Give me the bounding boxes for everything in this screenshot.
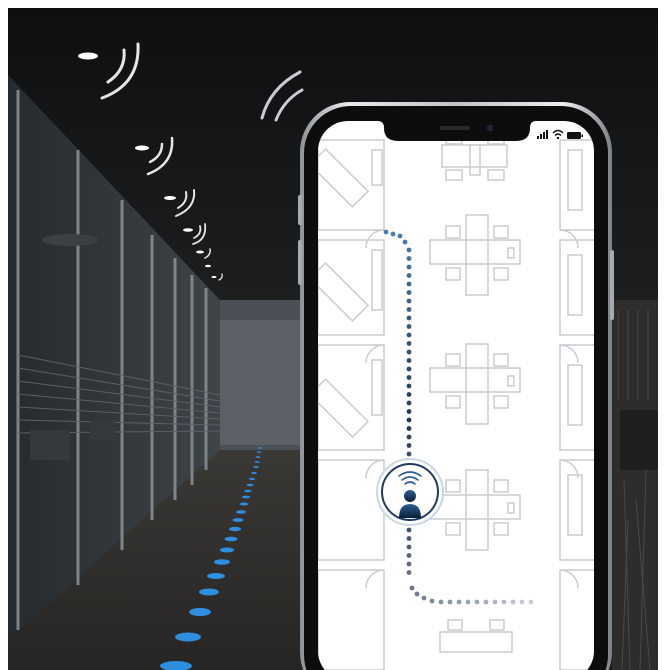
path-dot [406,561,412,567]
user-location-icon [376,458,444,526]
path-dot [406,298,412,304]
path-dot [406,544,412,550]
path-dot [447,599,453,605]
path-dot [414,591,420,597]
path-dot [438,599,444,605]
speaker-grille [440,126,470,130]
path-dot [406,434,412,440]
path-dot [406,553,412,558]
path-dot [429,598,435,604]
path-dot [406,247,412,253]
path-dot [492,599,498,605]
path-dot [421,595,427,601]
path-dot [465,599,471,605]
path-dot [406,426,412,431]
phone-screen [318,121,594,670]
path-dot [397,233,403,239]
path-dot [383,229,389,235]
path-dot [519,599,525,605]
path-dot [406,536,412,541]
path-dot [406,366,412,372]
path-dot [406,358,412,363]
path-dot [406,443,412,448]
path-dot [406,307,412,312]
phone-notch [378,121,536,141]
path-dot [406,341,412,346]
path-dot [406,451,412,457]
path-dot [406,349,412,355]
battery-icon [567,132,583,139]
path-dot [406,400,412,406]
path-dot [406,315,412,321]
path-dot [402,239,408,245]
path-dot [474,599,480,605]
path-dot [406,375,412,380]
indoor-navigation-photo [0,0,664,670]
path-dot [406,256,412,261]
path-dot [406,324,412,329]
path-dot [406,290,412,295]
path-dot [406,570,412,575]
path-dot [501,599,507,605]
path-dot [406,273,412,278]
camera-icon [486,124,494,132]
path-dot [409,585,415,591]
path-dot [406,392,412,397]
path-dot [456,599,462,605]
path-dot [483,599,489,605]
path-dot [528,599,534,605]
path-dot [406,383,412,389]
path-dot [406,527,412,533]
path-dot [510,599,516,605]
path-dot [406,409,412,414]
path-dot [406,332,412,338]
path-dot [406,264,412,270]
path-dot [390,231,396,237]
path-dot [406,281,412,287]
smartphone [298,102,614,670]
path-dot [406,417,412,423]
